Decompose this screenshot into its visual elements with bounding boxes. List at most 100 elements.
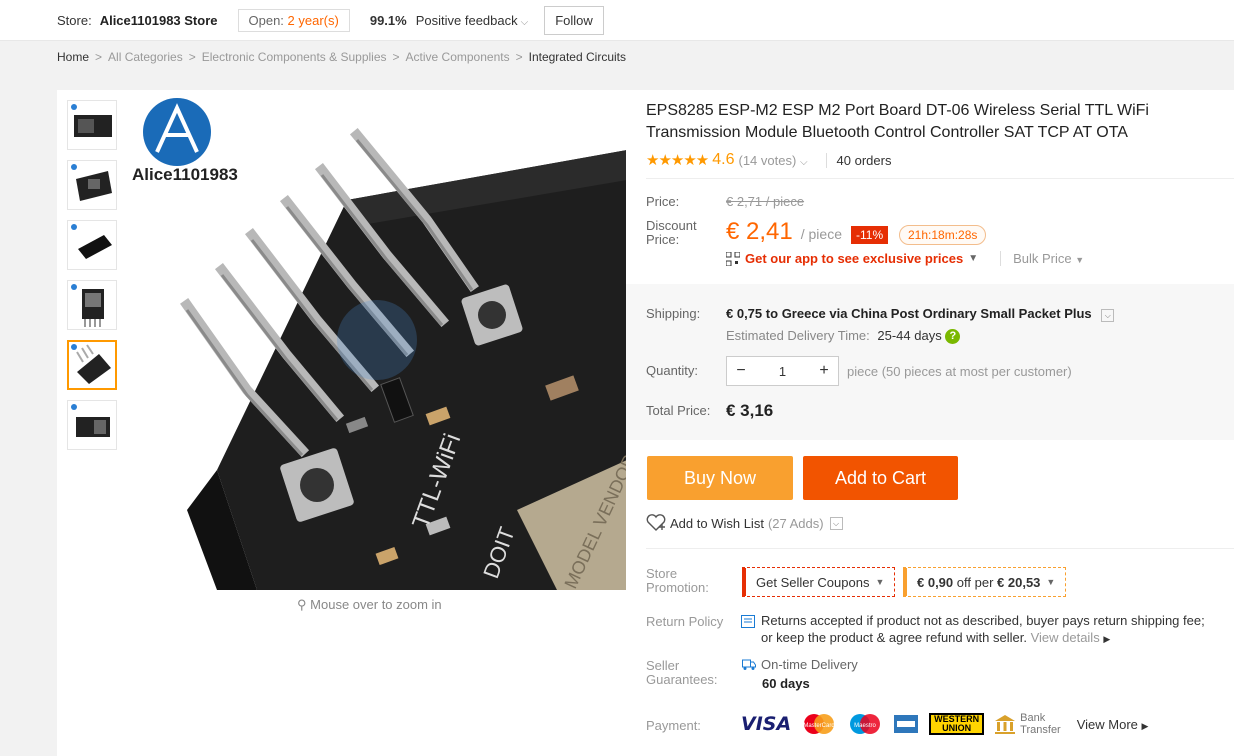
open-duration: 2 year(s) (287, 12, 339, 28)
feedback-percent: 99.1% (369, 12, 407, 28)
rating-row: ★★★★★ 4.6 (14 votes) ⌵ 40 orders (646, 150, 891, 170)
magnifier-icon: ⚲ (297, 597, 307, 612)
return-policy-label: Return Policy (646, 614, 724, 629)
seller-guarantees-label-1: Seller (646, 658, 680, 673)
get-seller-coupons-button[interactable]: Get Seller Coupons ▼ (742, 567, 896, 597)
discount-price: € 2,41 / piece (726, 218, 842, 246)
zoom-hint: ⚲ Mouse over to zoom in (297, 597, 442, 613)
payment-methods: VISA MasterCard Maestro WESTERN UNION Ban… (741, 712, 1148, 736)
app-exclusive-prices-link[interactable]: Get our app to see exclusive prices (745, 251, 963, 266)
store-discount-offer[interactable]: € 0,90 off per € 20,53 ▼ (903, 567, 1067, 597)
svg-text:MasterCard: MasterCard (804, 723, 835, 729)
est-label: Estimated Delivery Time: (726, 328, 870, 343)
visa-icon: VISA (741, 713, 792, 735)
add-to-cart-button[interactable]: Add to Cart (803, 456, 958, 500)
offer-minimum: € 20,53 (997, 574, 1041, 590)
store-label: Store: (57, 12, 92, 28)
orders-count: 40 orders (825, 152, 891, 168)
main-product-image[interactable]: TTL-WiFi DOIT MODEL VENDOR Alice1101983 (127, 90, 627, 590)
thumbnail-6[interactable] (67, 400, 117, 450)
star-rating-icon: ★★★★★ (646, 152, 709, 169)
breadcrumb-separator: > (95, 50, 103, 64)
store-open-badge: Open: 2 year(s) (237, 8, 350, 32)
thumbnail-4[interactable] (67, 280, 117, 330)
add-to-wishlist-link[interactable]: Add to Wish List (670, 516, 764, 531)
caret-down-icon: ▼ (1075, 255, 1085, 265)
product-title: EPS8285 ESP-M2 ESP M2 Port Board DT-06 W… (646, 102, 1149, 141)
view-details-link[interactable]: View details ▶ (1031, 630, 1111, 645)
return-policy-line-1: Returns accepted if product not as descr… (761, 613, 1205, 628)
breadcrumb-all-categories[interactable]: All Categories (108, 50, 183, 64)
mastercard-icon: MasterCard (804, 714, 835, 734)
votes-dropdown[interactable]: (14 votes) ⌵ (739, 153, 808, 168)
payment-label: Payment: (646, 718, 701, 733)
bank-icon (995, 715, 1016, 734)
positive-feedback-dropdown[interactable]: Positive feedback ⌵ (416, 13, 529, 28)
store-name-link[interactable]: Alice1101983 Store (100, 13, 218, 28)
decrease-quantity-button[interactable]: − (727, 362, 755, 380)
module-angled-icon (71, 164, 112, 201)
total-price-label: Total Price: (646, 403, 711, 418)
votes-count: (14 votes) (738, 152, 797, 168)
wishlist-count: (27 Adds) (767, 515, 824, 531)
product-gallery: TTL-WiFi DOIT MODEL VENDOR Alice1101983 … (57, 90, 627, 756)
return-policy-text: Returns accepted if product not as descr… (761, 612, 1231, 648)
buy-now-button[interactable]: Buy Now (647, 456, 793, 500)
western-union-icon: WESTERN UNION (929, 713, 985, 735)
increase-quantity-button[interactable]: + (810, 362, 838, 380)
return-policy-line-2: or keep the product & agree refund with … (761, 630, 1027, 645)
countdown-timer: 21h:18m:28s (899, 225, 987, 245)
shipping-destination: Greece via China Post Ordinary Small Pac… (781, 306, 1092, 321)
quantity-info: piece (50 pieces at most per customer) (847, 364, 1072, 379)
on-time-delivery: On-time Delivery (761, 657, 858, 672)
store-promotion-label-2: Promotion: (646, 580, 709, 595)
shipping-options-dropdown[interactable]: ⌵ (1101, 309, 1115, 322)
seller-guarantees-label-2: Guarantees: (646, 672, 718, 687)
module-back-icon (71, 224, 112, 259)
wishlist-row: Add to Wish List (27 Adds) ⌵ (646, 514, 843, 532)
module-closeup-icon (69, 342, 115, 388)
truck-icon (742, 659, 756, 670)
price-label: Price: (646, 194, 680, 209)
offer-off: off per (956, 574, 994, 590)
caret-down-icon: ▼ (968, 253, 979, 264)
original-price: € 2,71 / piece (726, 194, 805, 209)
help-icon[interactable]: ? (945, 329, 961, 345)
view-details-label: View details (1030, 630, 1100, 645)
breadcrumb-integrated-circuits[interactable]: Integrated Circuits (529, 50, 626, 64)
breadcrumb-electronic-components[interactable]: Electronic Components & Supplies (202, 50, 387, 64)
thumbnail-3[interactable] (67, 220, 117, 270)
discount-price-value: € 2,41 (726, 218, 793, 245)
breadcrumb-separator: > (392, 50, 400, 64)
thumbnail-5-selected[interactable] (67, 340, 117, 390)
follow-button[interactable]: Follow (544, 5, 604, 35)
wishlist-dropdown[interactable]: ⌵ (829, 516, 843, 530)
total-price: € 3,16 (726, 401, 774, 420)
store-header: Store: Alice1101983 Store Open: 2 year(s… (0, 0, 1234, 41)
breadcrumb-active-components[interactable]: Active Components (406, 50, 510, 64)
qr-code-icon (726, 251, 740, 266)
divider (646, 178, 1234, 179)
chevron-down-icon: ⌵ (520, 16, 529, 28)
bulk-price-label: Bulk Price (1013, 251, 1072, 266)
breadcrumb-separator: > (188, 50, 196, 64)
discount-price-label-1: Discount (646, 218, 697, 233)
store-promotion-label-1: Store (646, 566, 678, 581)
view-more-payment-link[interactable]: View More ▶ (1077, 717, 1149, 732)
breadcrumb-home[interactable]: Home (57, 50, 89, 64)
app-promo-row: Get our app to see exclusive prices ▼ Bu… (726, 251, 1084, 266)
view-more-label: View More (1076, 716, 1138, 732)
thumbnail-2[interactable] (67, 160, 117, 210)
quantity-input[interactable]: 1 (779, 364, 786, 379)
amex-icon (894, 715, 919, 733)
discount-price-label-2: Price: (646, 232, 680, 247)
bulk-price-dropdown[interactable]: Bulk Price ▼ (1000, 251, 1084, 266)
thumbnail-1[interactable] (67, 100, 117, 150)
maestro-icon: Maestro (850, 714, 881, 734)
quantity-label: Quantity: (646, 363, 699, 378)
offer-amount: € 0,90 (917, 574, 954, 590)
price-unit: / piece (800, 226, 842, 242)
divider (646, 548, 1234, 549)
module-pins-icon (71, 284, 104, 327)
heart-plus-icon[interactable] (646, 514, 666, 532)
